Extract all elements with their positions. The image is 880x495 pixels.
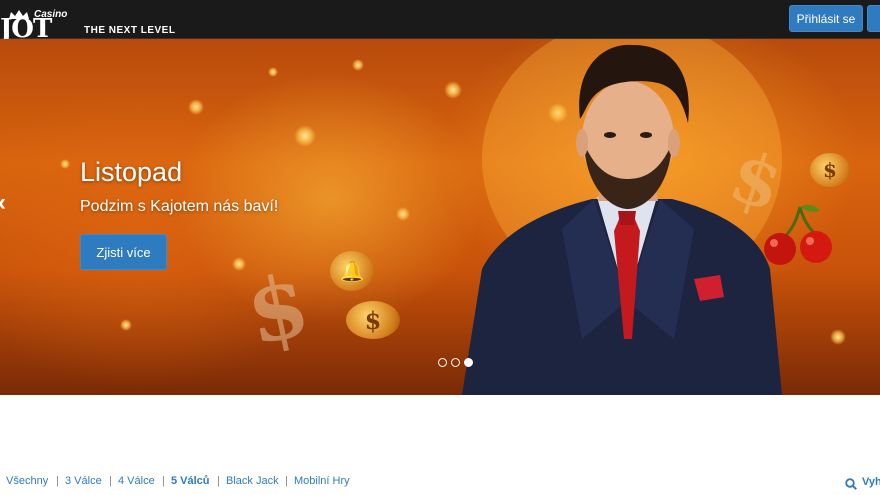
filter-blackjack[interactable]: Black Jack (226, 475, 279, 487)
separator: | (162, 475, 165, 487)
carousel-dot-active[interactable] (464, 358, 473, 367)
search-label[interactable]: Vyh (862, 476, 880, 488)
dollar-coin-icon: $ (810, 153, 850, 187)
carousel-dot[interactable] (451, 358, 460, 367)
slide-subtitle: Podzim s Kajotem nás baví! (80, 198, 279, 215)
search-icon[interactable] (845, 478, 857, 490)
separator: | (285, 475, 288, 487)
login-button[interactable]: Přihlásit se (789, 5, 863, 32)
filter-all[interactable]: Všechny (6, 475, 48, 487)
carousel-indicators (438, 358, 473, 367)
tagline: THE NEXT LEVEL (84, 25, 176, 36)
sparkle (396, 207, 410, 221)
bell-icon: 🔔 (330, 251, 374, 291)
sparkle (188, 99, 204, 115)
casino-logo[interactable]: Casino JOT (0, 8, 80, 42)
game-filter-bar: Všechny | 3 Válce | 4 Válce | 5 Válců | … (0, 475, 880, 491)
filter-5-reels[interactable]: 5 Válců (171, 475, 210, 487)
filter-3-reels[interactable]: 3 Válce (65, 475, 102, 487)
sparkle (60, 159, 70, 169)
dollar-symbol-decor: $ (238, 253, 318, 366)
sparkle (268, 67, 278, 77)
carousel-prev-arrow[interactable]: ‹ (0, 189, 6, 217)
filter-mobile-games[interactable]: Mobilní Hry (294, 475, 350, 487)
sparkle (352, 59, 364, 71)
sparkle (830, 329, 846, 345)
register-button[interactable] (867, 5, 880, 32)
sparkle (120, 319, 132, 331)
sparkle (444, 81, 462, 99)
top-bar: Casino JOT THE NEXT LEVEL Přihlásit se (0, 0, 880, 42)
slide-title: Listopad (80, 157, 183, 187)
hero-person-image (462, 39, 782, 395)
separator: | (56, 475, 59, 487)
carousel-dot[interactable] (438, 358, 447, 367)
learn-more-button[interactable]: Zjisti více (80, 234, 167, 270)
dollar-coin-icon: $ (346, 301, 400, 339)
hero-banner[interactable]: $ $ $ 🔔 $ (0, 39, 880, 395)
separator: | (109, 475, 112, 487)
separator: | (217, 475, 220, 487)
sparkle (294, 125, 316, 147)
filter-4-reels[interactable]: 4 Válce (118, 475, 155, 487)
